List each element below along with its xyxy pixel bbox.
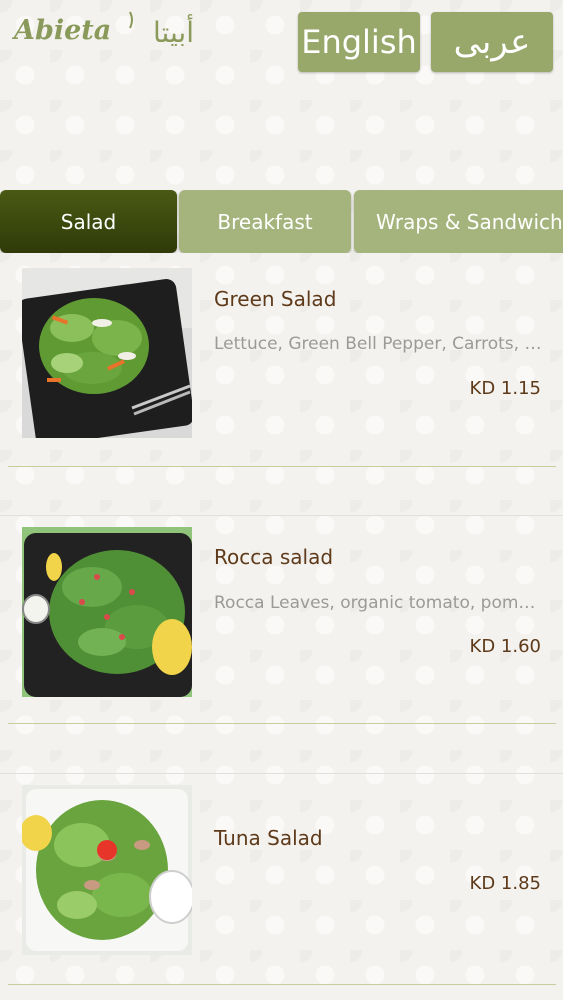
item-divider bbox=[8, 723, 556, 724]
tab-breakfast[interactable]: Breakfast bbox=[179, 190, 351, 253]
logo-latin-text: Abieta bbox=[12, 15, 111, 46]
header: Abieta أبيتا English عربى bbox=[0, 0, 563, 90]
tab-wraps-sandwiches[interactable]: Wraps & Sandwiches bbox=[354, 190, 563, 253]
item-price: KD 1.85 bbox=[469, 873, 541, 894]
item-divider bbox=[8, 466, 556, 467]
item-price: KD 1.15 bbox=[469, 378, 541, 399]
row-divider bbox=[0, 773, 563, 774]
green-salad-image bbox=[22, 268, 192, 438]
row-divider bbox=[0, 515, 563, 516]
app-logo[interactable]: Abieta أبيتا bbox=[11, 6, 197, 56]
menu-item-tuna-salad[interactable]: Tuna Salad KD 1.85 bbox=[0, 776, 563, 996]
rocca-salad-image bbox=[22, 527, 192, 697]
english-language-button[interactable]: English bbox=[298, 12, 420, 72]
item-description: Lettuce, Green Bell Pepper, Carrots, Cuc… bbox=[214, 334, 544, 354]
logo-leaf-icon bbox=[129, 11, 133, 29]
item-name: Green Salad bbox=[214, 287, 337, 311]
item-description: Rocca Leaves, organic tomato, pomegranat… bbox=[214, 593, 544, 613]
logo-arabic-text: أبيتا bbox=[153, 13, 194, 49]
item-divider bbox=[8, 984, 556, 985]
item-name: Rocca salad bbox=[214, 545, 334, 569]
arabic-language-button[interactable]: عربى bbox=[431, 12, 553, 72]
menu-item-rocca-salad[interactable]: Rocca salad Rocca Leaves, organic tomato… bbox=[0, 518, 563, 738]
category-tabs: Salad Breakfast Wraps & Sandwiches bbox=[0, 190, 563, 253]
tuna-salad-image bbox=[22, 785, 192, 955]
tab-salad[interactable]: Salad bbox=[0, 190, 177, 253]
logo-graphic: Abieta أبيتا bbox=[11, 11, 194, 49]
item-price: KD 1.60 bbox=[469, 636, 541, 657]
menu-item-green-salad[interactable]: Green Salad Lettuce, Green Bell Pepper, … bbox=[0, 260, 563, 480]
item-name: Tuna Salad bbox=[214, 826, 323, 850]
